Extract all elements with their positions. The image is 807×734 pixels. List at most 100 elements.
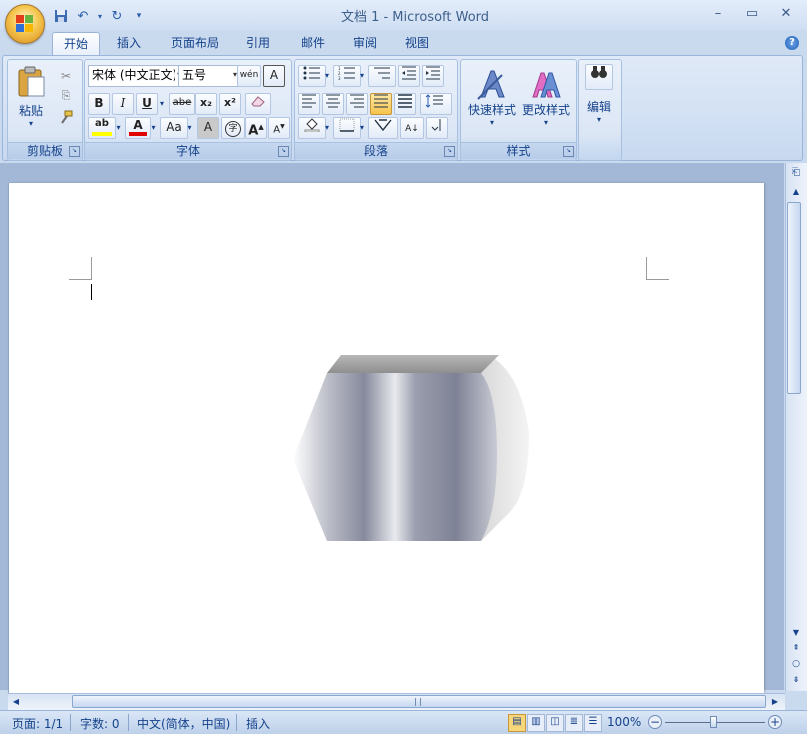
office-button[interactable] <box>5 4 45 44</box>
grow-font-button[interactable]: A▲ <box>245 117 267 139</box>
phonetic-guide-label: wén <box>239 70 259 80</box>
font-size-combo[interactable]: 五号 ▾ <box>178 65 239 87</box>
borders-button[interactable] <box>333 117 361 139</box>
editing-button[interactable]: 编辑 ▾ <box>582 64 616 134</box>
shrink-font-button[interactable]: A▼ <box>268 117 290 139</box>
character-border-button[interactable]: A <box>263 65 285 87</box>
next-page-icon[interactable]: ⇟ <box>790 675 802 687</box>
highlight-dropdown-icon[interactable]: ▾ <box>114 117 123 137</box>
font-group-label: 字体 <box>85 142 291 159</box>
change-case-dropdown-icon[interactable]: ▾ <box>185 117 194 137</box>
sort-label: A↓ <box>405 124 419 134</box>
insert-mode-status[interactable]: 插入 <box>246 715 270 732</box>
scroll-left-icon[interactable]: ◀ <box>10 696 22 708</box>
minimize-button[interactable]: – <box>701 4 735 24</box>
language-status[interactable]: 中文(简体，中国) <box>137 715 230 732</box>
font-color-dropdown-icon[interactable]: ▾ <box>149 117 158 137</box>
close-button[interactable]: ✕ <box>769 4 803 24</box>
decrease-indent-button[interactable] <box>398 65 420 87</box>
ruler-toggle-icon[interactable]: ⎗ <box>788 165 804 181</box>
outline-view-icon[interactable]: ≣ <box>565 714 583 732</box>
highlight-button[interactable]: ab <box>88 117 116 139</box>
numbering-button[interactable]: 123 <box>333 65 361 87</box>
format-painter-icon[interactable] <box>56 108 76 128</box>
vertical-scroll-thumb[interactable] <box>787 202 801 394</box>
undo-icon[interactable]: ↶ <box>74 7 92 25</box>
zoom-in-button[interactable]: + <box>768 715 782 729</box>
tab-view[interactable]: 视图 <box>394 32 440 56</box>
underline-dropdown-icon[interactable]: ▾ <box>157 93 167 113</box>
multilevel-list-button[interactable] <box>368 65 396 87</box>
document-page[interactable] <box>8 183 764 693</box>
enclose-characters-button[interactable]: 字 <box>221 117 245 139</box>
superscript-button[interactable]: x² <box>219 93 241 115</box>
styles-launcher-icon[interactable]: ↘ <box>563 146 574 157</box>
phonetic-guide-button[interactable]: wén <box>237 65 261 87</box>
tab-insert[interactable]: 插入 <box>106 32 152 56</box>
web-layout-view-icon[interactable]: ◫ <box>546 714 564 732</box>
increase-indent-button[interactable] <box>422 65 444 87</box>
bold-button[interactable]: B <box>88 93 110 115</box>
italic-button[interactable]: I <box>112 93 134 115</box>
font-color-button[interactable]: A <box>125 117 151 139</box>
show-hide-marks-button[interactable] <box>426 117 448 139</box>
shading-button[interactable] <box>298 117 326 139</box>
page-count-status[interactable]: 页面: 1/1 <box>12 715 63 732</box>
help-icon[interactable]: ? <box>785 36 799 50</box>
zoom-out-button[interactable]: − <box>648 715 662 729</box>
cut-icon[interactable]: ✂ <box>56 66 76 86</box>
strikethrough-button[interactable]: abe <box>169 93 195 115</box>
word-count-status[interactable]: 字数: 0 <box>80 715 120 732</box>
font-name-combo[interactable]: 宋体 (中文正文) ▾ <box>88 65 183 87</box>
zoom-level[interactable]: 100% <box>607 715 641 729</box>
scroll-right-icon[interactable]: ▶ <box>769 696 781 708</box>
paragraph-launcher-icon[interactable]: ↘ <box>444 146 455 157</box>
save-icon[interactable] <box>52 7 70 25</box>
change-case-button[interactable]: Aa <box>160 117 188 139</box>
quick-styles-button[interactable]: 快速样式 ▾ <box>464 63 520 133</box>
maximize-button[interactable]: ▭ <box>735 4 769 24</box>
copy-icon[interactable]: ⎘ <box>56 86 76 106</box>
paste-button[interactable]: 粘贴 ▾ <box>12 62 50 132</box>
select-browse-object-icon[interactable]: ○ <box>790 659 802 671</box>
sort-button[interactable]: A↓ <box>400 117 424 139</box>
scroll-down-icon[interactable]: ▼ <box>790 628 802 638</box>
subscript-button[interactable]: x₂ <box>195 93 217 115</box>
clear-formatting-button[interactable] <box>245 93 271 115</box>
tab-home[interactable]: 开始 <box>52 32 100 57</box>
undo-dropdown-icon[interactable]: ▾ <box>96 7 104 25</box>
chinese-layout-button[interactable] <box>368 117 398 139</box>
align-center-button[interactable] <box>322 93 344 115</box>
tab-page-layout[interactable]: 页面布局 <box>160 32 230 56</box>
office-logo-icon <box>16 15 34 33</box>
line-spacing-button[interactable] <box>420 93 452 115</box>
align-left-button[interactable] <box>298 93 320 115</box>
previous-page-icon[interactable]: ⇞ <box>790 643 802 655</box>
borders-dropdown-icon[interactable]: ▾ <box>358 117 366 137</box>
print-layout-view-icon[interactable]: ▤ <box>508 714 526 732</box>
bullets-dropdown-icon[interactable]: ▾ <box>323 65 331 85</box>
change-styles-button[interactable]: 更改样式 ▾ <box>518 63 574 133</box>
full-screen-reading-view-icon[interactable]: ▥ <box>527 714 545 732</box>
draft-view-icon[interactable]: ☰ <box>584 714 602 732</box>
shading-dropdown-icon[interactable]: ▾ <box>323 117 331 137</box>
tab-mailings[interactable]: 邮件 <box>290 32 336 56</box>
numbering-dropdown-icon[interactable]: ▾ <box>358 65 366 85</box>
qat-customize-icon[interactable]: ▾ <box>130 7 148 25</box>
clipboard-launcher-icon[interactable]: ↘ <box>69 146 80 157</box>
horizontal-scroll-thumb[interactable] <box>72 695 766 708</box>
character-shading-button[interactable]: A <box>197 117 219 139</box>
justify-icon <box>374 94 388 108</box>
align-right-button[interactable] <box>346 93 368 115</box>
font-launcher-icon[interactable]: ↘ <box>278 146 289 157</box>
tab-review[interactable]: 审阅 <box>342 32 388 56</box>
scroll-up-icon[interactable]: ▲ <box>790 187 802 197</box>
justify-button[interactable] <box>370 93 392 115</box>
zoom-slider-thumb[interactable] <box>710 716 717 728</box>
underline-button[interactable]: U <box>136 93 158 115</box>
distributed-button[interactable] <box>394 93 416 115</box>
metallic-shape[interactable] <box>291 353 541 543</box>
redo-icon[interactable]: ↻ <box>108 7 126 25</box>
bullets-button[interactable] <box>298 65 326 87</box>
tab-references[interactable]: 引用 <box>238 32 278 56</box>
